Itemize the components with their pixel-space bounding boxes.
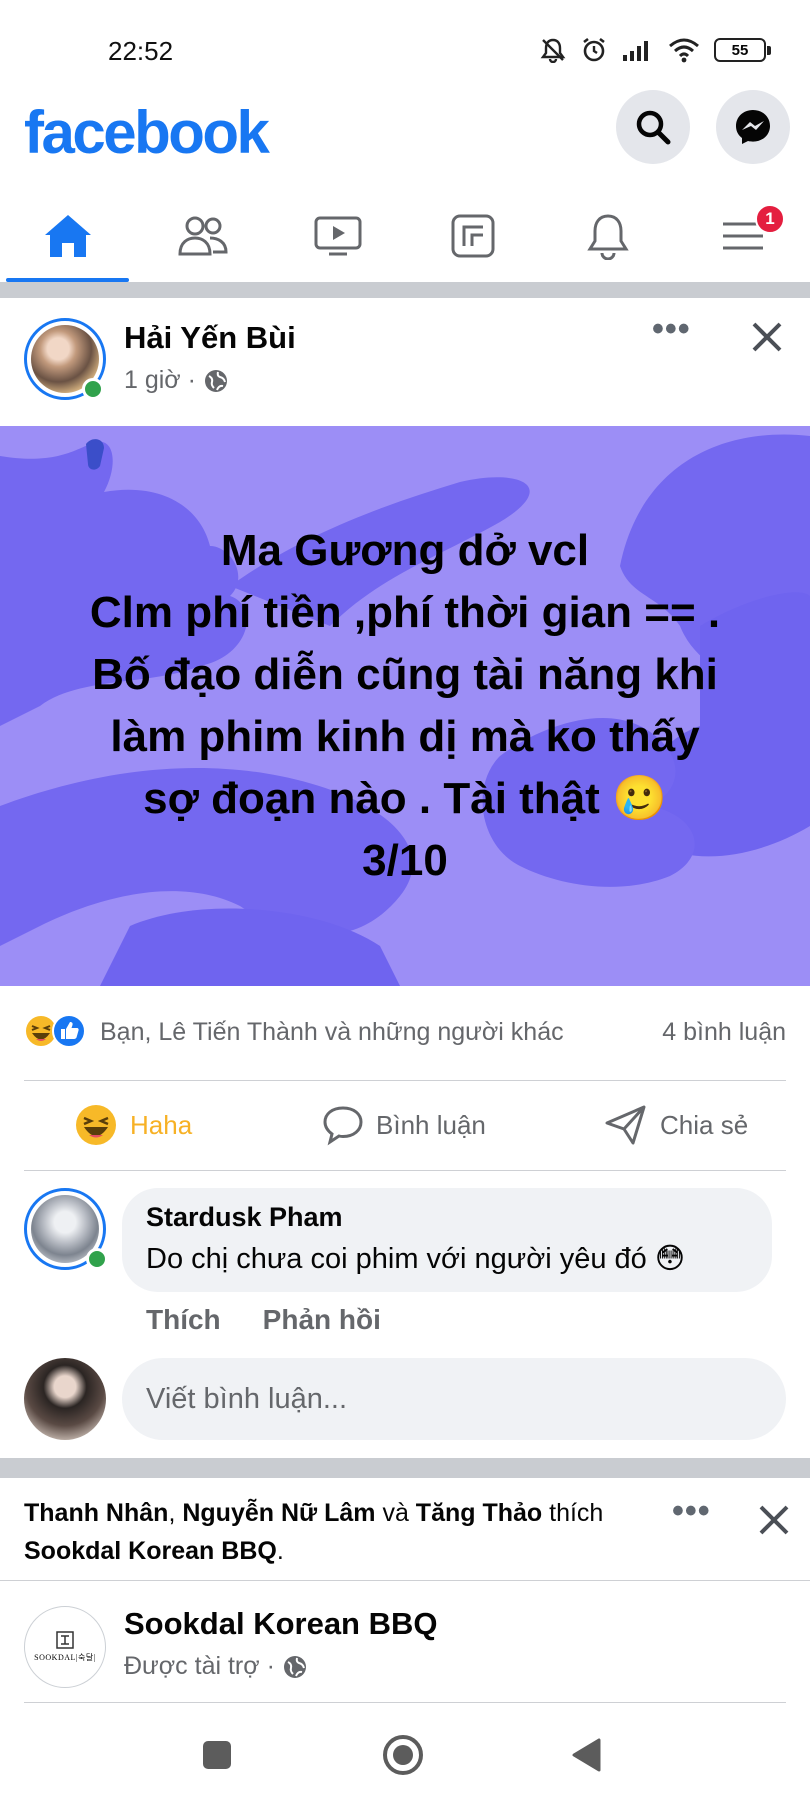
sponsor-meta: Được tài trợ · xyxy=(124,1652,307,1681)
liker-name[interactable]: Thanh Nhân xyxy=(24,1499,168,1527)
post-text: Ma Gương dở vcl Clm phí tiền ,phí thời g… xyxy=(0,520,810,892)
back-button[interactable] xyxy=(562,1730,612,1780)
home-icon xyxy=(44,215,91,257)
notification-badge: 1 xyxy=(755,204,785,234)
post-background: Ma Gương dở vcl Clm phí tiền ,phí thời g… xyxy=(0,426,810,986)
liked-page[interactable]: Sookdal Korean BBQ xyxy=(24,1537,277,1565)
share-button[interactable]: Chia sẻ xyxy=(604,1082,748,1168)
divider xyxy=(24,1702,786,1703)
feed-divider xyxy=(0,1458,810,1478)
react-label: Haha xyxy=(130,1109,193,1140)
liker-name[interactable]: Tăng Thảo xyxy=(416,1499,542,1527)
liker-name[interactable]: Nguyễn Nữ Lâm xyxy=(182,1499,375,1527)
close-icon[interactable] xyxy=(758,1504,790,1536)
bell-icon xyxy=(586,214,629,260)
tab-notifications[interactable] xyxy=(540,190,675,282)
comment-bubble: Stardusk Pham Do chị chưa coi phim với n… xyxy=(122,1188,772,1292)
comment-input[interactable] xyxy=(122,1358,786,1440)
globe-icon xyxy=(204,369,227,392)
comment-icon xyxy=(323,1106,363,1146)
system-nav-bar xyxy=(0,1708,810,1800)
facebook-logo[interactable]: facebook xyxy=(24,98,270,167)
video-icon xyxy=(314,216,361,256)
messenger-button[interactable] xyxy=(716,90,790,164)
conjunction: và xyxy=(382,1499,409,1527)
sponsored-social-context: Thanh Nhân, Nguyễn Nữ Lâm và Tăng Thảo t… xyxy=(24,1499,604,1565)
post-meta: 1 giờ · xyxy=(124,366,228,395)
sponsored-label: Được tài trợ · xyxy=(124,1652,275,1680)
status-bar: 22:52 55 xyxy=(0,0,810,90)
online-indicator xyxy=(86,1248,108,1270)
search-icon xyxy=(636,110,671,145)
battery-indicator: 55 xyxy=(714,38,771,62)
divider xyxy=(0,1580,810,1581)
comment-count[interactable]: 4 bình luận xyxy=(662,1018,786,1047)
my-avatar[interactable] xyxy=(24,1358,106,1440)
post-line: Clm phí tiền ,phí thời gian == . xyxy=(89,588,721,637)
haha-icon xyxy=(76,1105,116,1145)
post-header: Hải Yến Bùi 1 giờ · ••• xyxy=(0,298,810,426)
react-button[interactable]: Haha xyxy=(74,1082,192,1168)
post-line: 3/10 xyxy=(362,836,448,885)
alarm-icon xyxy=(583,37,605,62)
circle-icon xyxy=(383,1735,423,1775)
reaction-icons xyxy=(24,1014,86,1048)
signal-icon xyxy=(623,41,648,61)
feed-divider xyxy=(0,282,810,298)
post-time: 1 giờ · xyxy=(124,366,196,394)
tab-gaming[interactable] xyxy=(405,190,540,282)
close-icon[interactable] xyxy=(750,320,784,354)
sponsor-name[interactable]: Sookdal Korean BBQ xyxy=(124,1606,438,1642)
tab-friends[interactable] xyxy=(135,190,270,282)
app-header: facebook xyxy=(0,90,810,180)
comment-text: Do chị chưa coi phim với người yêu đó 😳 xyxy=(146,1243,686,1275)
restaurant-logo-icon xyxy=(56,1631,74,1649)
recents-button[interactable] xyxy=(192,1730,242,1780)
post-line: Ma Gương dở vcl xyxy=(220,526,590,575)
comment-actions: Thích Phản hồi xyxy=(146,1304,381,1336)
like-reaction-icon xyxy=(52,1014,86,1048)
likes-verb: thích xyxy=(549,1499,604,1527)
square-icon xyxy=(203,1741,231,1769)
share-label: Chia sẻ xyxy=(660,1109,749,1140)
divider xyxy=(24,1170,786,1171)
tab-home[interactable] xyxy=(0,190,135,282)
post-author[interactable]: Hải Yến Bùi xyxy=(124,320,296,356)
logo-text: SOOKDAL|숙달| xyxy=(34,1653,96,1662)
like-comment-button[interactable]: Thích xyxy=(146,1304,221,1336)
sponsored-more-icon[interactable]: ••• xyxy=(672,1492,711,1531)
messenger-icon xyxy=(736,110,770,144)
mute-icon xyxy=(540,38,566,63)
post-actions: Haha Bình luận Chia sẻ xyxy=(0,1082,810,1168)
reply-comment-button[interactable]: Phản hồi xyxy=(263,1304,381,1336)
gaming-icon xyxy=(451,214,494,258)
comment-label: Bình luận xyxy=(376,1109,486,1140)
tab-watch[interactable] xyxy=(270,190,405,282)
comment-button[interactable]: Bình luận xyxy=(322,1082,486,1168)
back-triangle-icon xyxy=(572,1738,601,1772)
post-line: sợ đoạn nào . Tài thật 🥲 xyxy=(143,774,667,823)
friends-icon xyxy=(177,216,228,256)
tab-menu[interactable]: 1 xyxy=(675,190,810,282)
page-logo[interactable]: SOOKDAL|숙달| xyxy=(24,1606,106,1688)
globe-icon xyxy=(283,1655,306,1678)
clock: 22:52 xyxy=(108,36,174,66)
wifi-icon xyxy=(669,38,699,63)
reactions-bar[interactable]: Bạn, Lê Tiến Thành và những người khác 4… xyxy=(24,1010,786,1054)
home-nav-button[interactable] xyxy=(378,1730,428,1780)
post-line: làm phim kinh dị mà ko thấy xyxy=(110,712,700,761)
tab-bar: 1 xyxy=(0,190,810,282)
share-icon xyxy=(605,1105,646,1145)
comment-author[interactable]: Stardusk Pham xyxy=(146,1202,748,1233)
online-indicator xyxy=(82,378,104,400)
post-line: Bố đạo diễn cũng tài năng khi xyxy=(92,650,718,699)
status-icons: 55 xyxy=(540,36,771,64)
reaction-names: Bạn, Lê Tiến Thành và những người khác xyxy=(100,1018,564,1046)
post-more-icon[interactable]: ••• xyxy=(652,310,691,349)
divider xyxy=(24,1080,786,1081)
search-button[interactable] xyxy=(616,90,690,164)
